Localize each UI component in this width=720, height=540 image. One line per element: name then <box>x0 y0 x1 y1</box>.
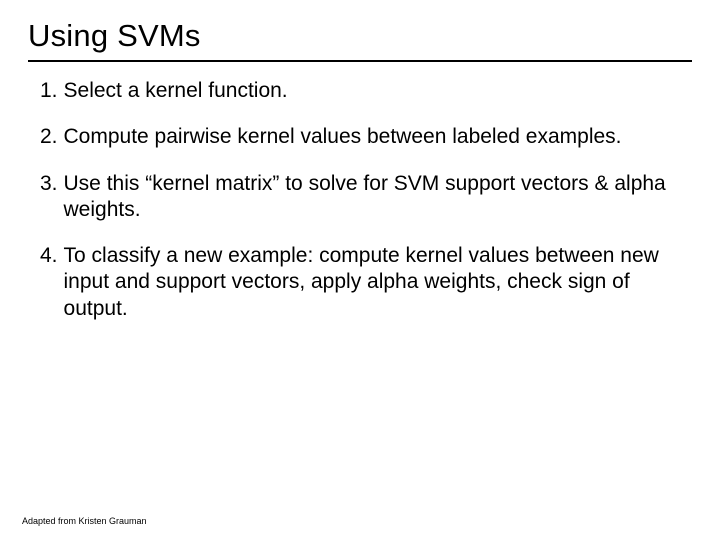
title-underline <box>28 60 692 62</box>
slide-title: Using SVMs <box>28 18 692 54</box>
list-text: Select a kernel function. <box>64 78 682 104</box>
list-number: 2. <box>40 124 58 150</box>
slide: Using SVMs 1. Select a kernel function. … <box>0 0 720 540</box>
list-item: 2. Compute pairwise kernel values betwee… <box>40 124 682 150</box>
list-number: 1. <box>40 78 58 104</box>
list-item: 4. To classify a new example: compute ke… <box>40 243 682 322</box>
list-number: 4. <box>40 243 58 322</box>
list-text: To classify a new example: compute kerne… <box>64 243 682 322</box>
list-item: 1. Select a kernel function. <box>40 78 682 104</box>
list-item: 3. Use this “kernel matrix” to solve for… <box>40 171 682 224</box>
numbered-list: 1. Select a kernel function. 2. Compute … <box>28 78 692 322</box>
list-number: 3. <box>40 171 58 224</box>
list-text: Compute pairwise kernel values between l… <box>64 124 682 150</box>
list-text: Use this “kernel matrix” to solve for SV… <box>64 171 682 224</box>
attribution-text: Adapted from Kristen Grauman <box>22 516 147 526</box>
